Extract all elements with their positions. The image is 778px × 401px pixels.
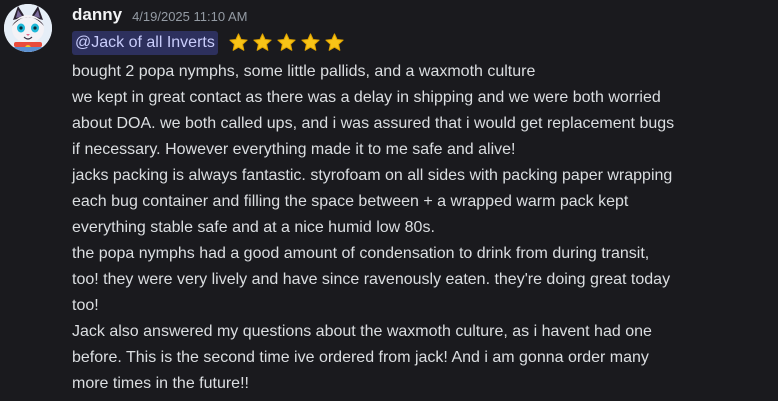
message-line: too! they were very lively and have sinc… [72,271,671,288]
star-icon [301,33,320,51]
mention-row: @Jack of all Inverts [72,30,772,55]
message-line: about DOA. we both called ups, and i was… [72,115,675,132]
message-line: we kept in great contact as there was a … [72,89,661,106]
message-line: everything stable safe and at a nice hum… [72,219,435,236]
message-line: the popa nymphs had a good amount of con… [72,245,650,262]
author-name[interactable]: danny [72,5,122,25]
chat-message: danny 4/19/2025 11:10 AM @Jack of all In… [0,0,778,401]
message-timestamp: 4/19/2025 11:10 AM [132,8,248,24]
rating-stars [228,32,345,53]
message-line: before. This is the second time ive orde… [72,349,649,366]
star-icon [277,33,296,51]
message-line: if necessary. However everything made it… [72,141,516,158]
message-line: jacks packing is always fantastic. styro… [72,167,673,184]
star-icon [325,33,344,51]
message-content: danny 4/19/2025 11:10 AM @Jack of all In… [72,0,772,397]
message-line: Jack also answered my questions about th… [72,323,652,340]
user-mention[interactable]: @Jack of all Inverts [72,30,218,55]
message-line: bought 2 popa nymphs, some little pallid… [72,63,536,80]
message-line: more times in the future!! [72,375,249,392]
message-line: each bug container and filling the space… [72,193,629,210]
message-body: bought 2 popa nymphs, some little pallid… [72,59,772,397]
avatar[interactable] [4,4,52,52]
message-header: danny 4/19/2025 11:10 AM [72,0,772,30]
star-icon [229,33,248,51]
star-icon [253,33,272,51]
message-line: too! [72,297,99,314]
cat-avatar-icon [4,4,52,52]
